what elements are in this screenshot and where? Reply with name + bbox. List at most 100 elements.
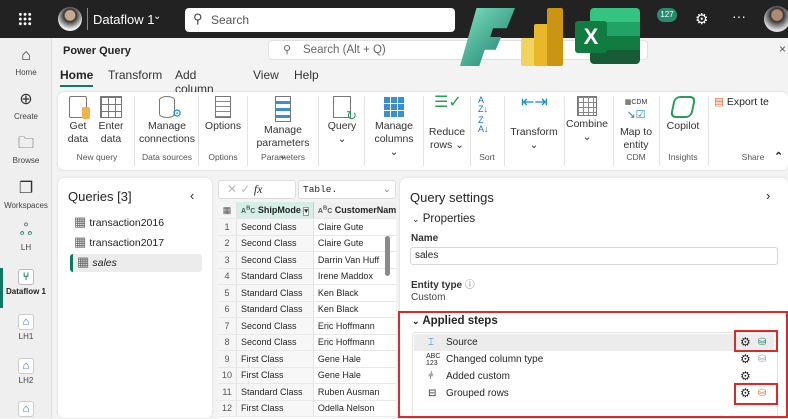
table-cell[interactable]: Gene Hale [313,367,396,384]
table-cell[interactable]: Standard Class [236,284,314,302]
table-cell[interactable]: Ken Black [313,284,396,302]
gear-icon[interactable]: ⚙ [695,10,708,28]
scrollbar[interactable] [385,236,390,276]
fx-icon[interactable]: fx [254,182,263,196]
get-data-button[interactable]: Get data [64,92,92,146]
confirm-icon[interactable]: ✓ [240,182,250,196]
export-button[interactable]: ▤ Export te [714,96,769,108]
database-gear-icon: ⚙ [159,96,182,120]
tab-home[interactable]: Home [60,68,94,87]
select-all-icon[interactable]: ▦ [218,202,238,219]
table-cell[interactable]: Second Class [236,235,314,252]
people-icon: ஃ [19,222,33,239]
plus-circle-icon: ⊕ [19,91,33,108]
column-header-customername[interactable]: ABC CustomerName [313,202,396,219]
table-cell[interactable]: Claire Gute [313,235,396,252]
table-cell[interactable]: Standard Class [236,383,314,401]
table-icon [100,96,122,118]
row-number: 7 [218,317,238,335]
chevron-down-icon[interactable]: ⌄ [153,11,161,22]
cancel-icon[interactable]: ✕ [227,182,237,196]
options-button[interactable]: Options [202,92,244,133]
row-number: 4 [218,268,238,285]
table-cell[interactable]: First Class [236,367,314,384]
rail-item-lh1[interactable]: ⌂ LH1 [0,314,52,341]
row-number: 8 [218,334,238,351]
copilot-button[interactable]: Copilot [662,92,704,133]
rail-item-browse[interactable]: 🗀 Browse [0,134,52,165]
chevron-down-icon[interactable]: ⌄ [383,181,391,198]
transform-button[interactable]: ⇤⇥ Transform ⌄ [508,92,560,152]
table-cell[interactable]: Second Class [236,334,314,351]
query-item[interactable]: ▦ transaction2017 [74,234,202,252]
manage-columns-button[interactable]: Manage columns ⌄ [370,92,418,159]
notification-icon[interactable]: 127 [657,8,677,22]
info-icon[interactable]: ⓘ [465,280,475,291]
table-cell[interactable]: Second Class [236,218,314,236]
row-number: 10 [218,367,238,384]
copilot-icon [669,96,697,118]
table-cell[interactable]: Eric Hoffmann [313,317,396,335]
table-cell[interactable]: Claire Gute [313,218,396,236]
lakehouse-icon: ⌂ [18,358,34,374]
reduce-rows-button[interactable]: ☰✓ Reduce rows ⌄ [428,92,466,152]
collapse-queries-icon[interactable]: ‹ [190,188,194,203]
manage-connections-button[interactable]: ⚙ Manage connections [138,92,196,146]
query-item-selected[interactable]: ▦ sales [70,254,202,272]
table-cell[interactable]: Standard Class [236,301,314,318]
user-avatar[interactable] [764,6,788,32]
columns-icon [383,96,405,118]
formula-input[interactable]: Table. ⌄ [298,180,396,199]
query-item[interactable]: ▦ transaction2016 [74,214,202,232]
table-row: 3 Second Class Darrin Van Huff [218,251,396,269]
sort-ascending-button[interactable]: A Z↓ [478,96,488,114]
queries-title: Queries [3] [68,189,132,204]
expand-settings-icon[interactable]: › [766,188,770,203]
filter-dropdown-icon[interactable]: ▾ [303,207,309,216]
combine-button[interactable]: Combine ⌄ [566,92,608,144]
collapse-ribbon-icon[interactable]: ⌃ [774,150,783,163]
rail-item-dataflow[interactable]: ⑂ Dataflow 1 [0,269,52,296]
app-title[interactable]: Dataflow 1 [93,12,154,27]
reduce-rows-icon: ☰✓ [434,94,462,111]
more-icon[interactable]: ··· [732,8,746,24]
row-number: 11 [218,383,238,401]
close-icon[interactable]: × [779,42,786,56]
sort-descending-button[interactable]: Z A↓ [478,116,489,134]
rail-item-lakehouse[interactable]: ⌂ [0,401,52,419]
table-cell[interactable]: Ken Black [313,301,396,318]
table-cell[interactable]: Odella Nelson [313,400,396,417]
page-title: Power Query [63,45,131,57]
excel-logo: X [575,8,641,64]
cdm-icon: ▦CDM ↘☑ [624,99,648,121]
table-cell[interactable]: Standard Class [236,268,314,285]
rail-item-lh2[interactable]: ⌂ LH2 [0,358,52,385]
table-cell[interactable]: Second Class [236,251,314,269]
table-cell[interactable]: Eric Hoffmann [313,334,396,351]
name-field[interactable]: sales [410,247,778,265]
enter-data-button[interactable]: Enter data [96,92,126,146]
rail-item-create[interactable]: ⊕ Create [0,90,52,121]
table-cell[interactable]: First Class [236,400,314,417]
rail-item-lh[interactable]: ஃ LH [0,221,52,252]
table-cell[interactable]: Ruben Ausman [313,383,396,401]
query-button[interactable]: ↻ Query ⌄ [324,92,360,146]
tab-help[interactable]: Help [294,68,319,82]
table-cell[interactable]: Second Class [236,317,314,335]
waffle-icon[interactable] [18,12,32,26]
table-cell[interactable]: First Class [236,350,314,368]
table-cell[interactable]: Irene Maddox [313,268,396,285]
rail-item-workspaces[interactable]: ❐ Workspaces [0,179,52,210]
table-cell[interactable]: Darrin Van Huff [313,251,396,269]
search-input[interactable]: ⚲ Search [185,8,455,32]
table-cell[interactable]: Gene Hale [313,350,396,368]
search-icon: ⚲ [283,44,292,56]
rail-item-home[interactable]: ⌂ Home [0,46,52,77]
map-to-entity-button[interactable]: ▦CDM ↘☑ Map to entity [616,92,656,152]
tab-transform[interactable]: Transform [108,68,162,82]
tab-view[interactable]: View [253,68,279,82]
column-header-shipmode[interactable]: ABC ShipMode ▾ [236,202,314,219]
row-number: 5 [218,284,238,302]
properties-section-toggle[interactable]: ⌄ Properties [412,213,475,225]
row-number: 1 [218,218,238,236]
